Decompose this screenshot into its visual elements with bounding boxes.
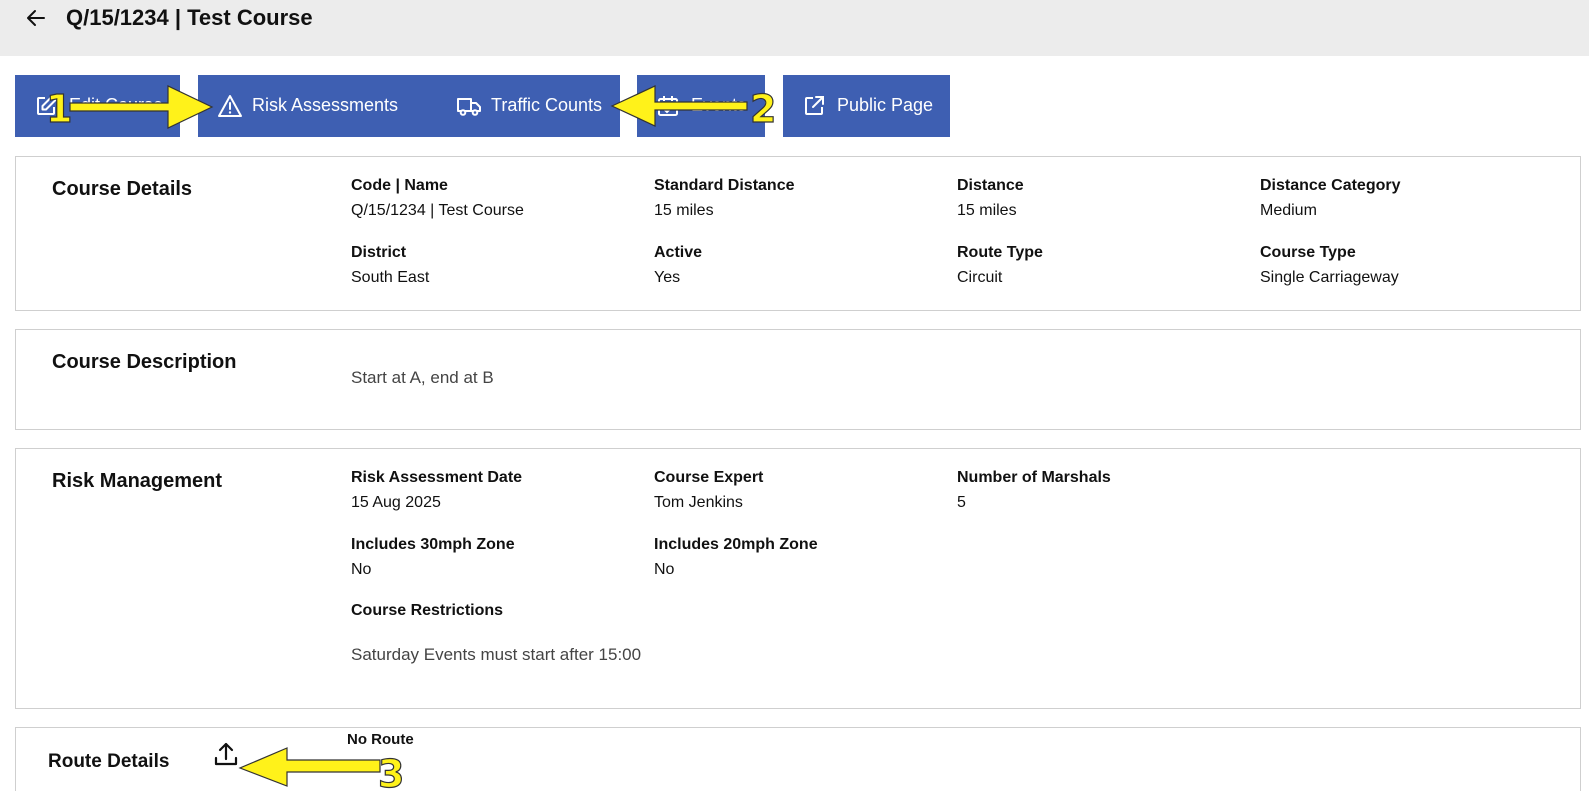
field-value: Q/15/1234 | Test Course xyxy=(351,202,524,219)
field-value: South East xyxy=(351,269,430,286)
field-risk-assessment-date: Risk Assessment Date 15 Aug 2025 xyxy=(351,469,522,512)
events-button[interactable]: Events xyxy=(637,75,765,137)
field-value: No xyxy=(654,561,675,578)
course-restrictions-text: Saturday Events must start after 15:00 xyxy=(351,645,642,664)
arrow-left-icon[interactable] xyxy=(24,6,48,30)
page-title: Q/15/1234 | Test Course xyxy=(66,5,313,30)
field-value: No xyxy=(351,561,372,578)
field-value: Circuit xyxy=(957,269,1003,286)
field-label: Standard Distance xyxy=(654,177,795,194)
external-link-icon xyxy=(805,96,824,115)
calendar-check-icon xyxy=(658,96,678,116)
risk-assessments-label: Risk Assessments xyxy=(252,95,399,115)
truck-icon xyxy=(457,98,481,116)
field-value: 15 Aug 2025 xyxy=(351,494,441,511)
field-value: Single Carriageway xyxy=(1260,269,1399,286)
no-route-text: No Route xyxy=(347,731,414,748)
field-code-name: Code | Name Q/15/1234 | Test Course xyxy=(351,177,524,220)
events-label: Events xyxy=(691,95,747,115)
field-label: Course Expert xyxy=(654,469,764,486)
field-label: Code | Name xyxy=(351,177,448,194)
field-distance: Distance 15 miles xyxy=(957,177,1024,220)
field-value: 15 miles xyxy=(957,202,1017,219)
field-label: District xyxy=(351,244,407,261)
top-bar: Q/15/1234 | Test Course xyxy=(0,0,1589,56)
route-details-card: Route Details No Route xyxy=(15,727,1581,791)
field-value: 5 xyxy=(957,494,966,511)
field-value: Tom Jenkins xyxy=(654,494,743,511)
field-includes-20mph: Includes 20mph Zone No xyxy=(654,536,818,579)
field-label: Distance xyxy=(957,177,1024,194)
warning-icon xyxy=(218,95,242,117)
traffic-counts-button[interactable]: Traffic Counts xyxy=(437,75,620,137)
field-label: Active xyxy=(654,244,703,261)
traffic-counts-label: Traffic Counts xyxy=(491,95,603,115)
risk-management-title: Risk Management xyxy=(52,470,223,492)
upload-icon[interactable] xyxy=(212,740,240,768)
field-active: Active Yes xyxy=(654,244,702,287)
field-district: District South East xyxy=(351,244,429,287)
field-label: Risk Assessment Date xyxy=(351,469,523,486)
field-value: Medium xyxy=(1260,202,1317,219)
edit-course-label: Edit Course xyxy=(69,95,164,115)
field-label: Route Type xyxy=(957,244,1043,261)
field-distance-category: Distance Category Medium xyxy=(1260,177,1401,220)
public-page-label: Public Page xyxy=(837,95,934,115)
field-label: Includes 30mph Zone xyxy=(351,536,515,553)
field-label: Course Type xyxy=(1260,244,1356,261)
course-details-card: Course Details Code | Name Q/15/1234 | T… xyxy=(15,156,1581,311)
edit-course-button[interactable]: Edit Course xyxy=(15,75,180,137)
field-label: Includes 20mph Zone xyxy=(654,536,818,553)
field-course-type: Course Type Single Carriageway xyxy=(1260,244,1399,287)
risk-assessments-button[interactable]: Risk Assessments xyxy=(198,75,447,137)
risk-management-card: Risk Management Risk Assessment Date 15 … xyxy=(15,448,1581,709)
field-label: Number of Marshals xyxy=(957,469,1111,486)
course-description-text: Start at A, end at B xyxy=(351,368,494,387)
field-route-type: Route Type Circuit xyxy=(957,244,1043,287)
public-page-button[interactable]: Public Page xyxy=(783,75,950,137)
field-label: Distance Category xyxy=(1260,177,1401,194)
course-description-title: Course Description xyxy=(52,351,237,373)
field-number-of-marshals: Number of Marshals 5 xyxy=(957,469,1111,512)
course-details-title: Course Details xyxy=(52,178,193,200)
field-label: Course Restrictions xyxy=(351,602,504,619)
route-details-title: Route Details xyxy=(48,751,170,772)
edit-icon xyxy=(37,95,57,115)
field-value: Yes xyxy=(654,269,681,286)
field-standard-distance: Standard Distance 15 miles xyxy=(654,177,794,220)
field-value: 15 miles xyxy=(654,202,714,219)
field-includes-30mph: Includes 30mph Zone No xyxy=(351,536,515,579)
field-course-expert: Course Expert Tom Jenkins xyxy=(654,469,763,512)
course-description-card: Course Description Start at A, end at B xyxy=(15,329,1581,430)
field-course-restrictions: Course Restrictions xyxy=(351,602,503,620)
